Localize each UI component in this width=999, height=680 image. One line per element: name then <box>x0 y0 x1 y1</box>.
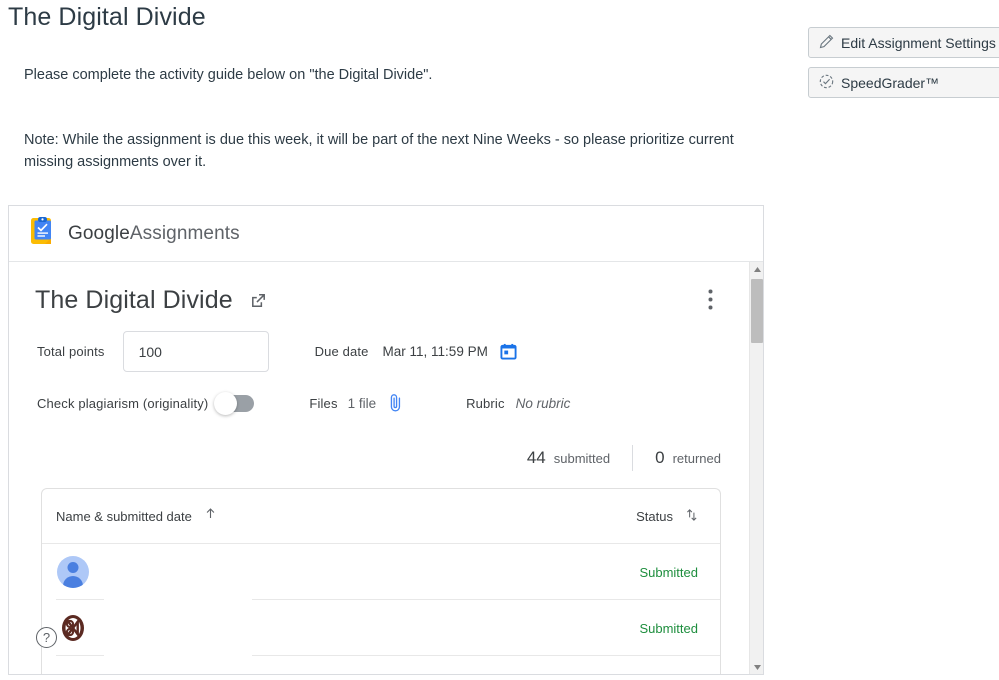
sort-updown-icon[interactable] <box>685 508 698 525</box>
kebab-menu-icon[interactable] <box>708 289 713 315</box>
plagiarism-label: Check plagiarism (originality) <box>37 395 209 411</box>
total-points-label: Total points <box>37 344 105 359</box>
edit-assignment-settings-label: Edit Assignment Settings <box>841 34 996 51</box>
calendar-icon[interactable] <box>500 343 517 360</box>
submitted-count-label: submitted <box>553 450 611 466</box>
google-assignments-brand: GoogleAssignments <box>68 223 240 245</box>
scroll-down-button[interactable] <box>750 660 763 674</box>
speedgrader-label: SpeedGrader™ <box>841 74 940 91</box>
google-assignments-header: GoogleAssignments <box>9 206 763 262</box>
status-badge: Submitted <box>639 564 698 580</box>
meta-row-points-due: Total points 100 Due date Mar 11, 11:59 … <box>37 329 749 374</box>
pencil-icon <box>819 34 834 52</box>
assignment-title-row: The Digital Divide <box>9 262 749 315</box>
submission-counts: 44 submitted 0 returned <box>9 445 749 471</box>
due-date-value[interactable]: Mar 11, 11:59 PM <box>383 344 488 359</box>
table-row[interactable]: Submitted <box>42 544 720 600</box>
counts-divider <box>632 445 634 471</box>
table-row[interactable] <box>42 656 720 674</box>
files-value: 1 file <box>347 395 377 411</box>
column-header-status-label: Status <box>636 508 673 524</box>
paperclip-icon[interactable] <box>388 393 404 414</box>
scroll-up-button[interactable] <box>750 262 763 277</box>
rubric-value[interactable]: No rubric <box>516 396 571 411</box>
brand-google: Google <box>68 222 130 244</box>
column-header-name[interactable]: Name & submitted date <box>42 509 192 524</box>
plagiarism-toggle[interactable] <box>214 391 255 415</box>
submitted-count: 44 <box>526 448 546 467</box>
default-person-avatar <box>57 556 89 588</box>
status-badge: Submitted <box>639 620 698 636</box>
assignment-description-line-2: Note: While the assignment is due this w… <box>24 132 734 170</box>
toggle-knob <box>214 391 238 415</box>
brand-assignments: Assignments <box>129 222 240 244</box>
google-assignments-body: The Digital Divide Total points 100 Due … <box>9 262 763 674</box>
total-points-input[interactable]: 100 <box>122 331 269 372</box>
clipboard-icon <box>30 216 56 251</box>
speedgrader-button[interactable]: SpeedGrader™ <box>808 67 999 98</box>
assignment-meta: Total points 100 Due date Mar 11, 11:59 … <box>9 315 749 427</box>
edit-assignment-settings-button[interactable]: Edit Assignment Settings <box>808 27 999 58</box>
table-row[interactable]: Submitted <box>42 600 720 656</box>
photo-avatar <box>57 612 89 644</box>
canvas-action-buttons: Edit Assignment Settings SpeedGrader™ <box>808 27 999 107</box>
arrow-up-icon[interactable] <box>204 507 217 525</box>
column-header-status[interactable]: Status <box>636 508 720 525</box>
avatar-cell <box>42 556 90 588</box>
help-button[interactable]: ? <box>36 627 57 648</box>
vertical-scrollbar[interactable] <box>749 262 763 674</box>
files-label: Files <box>309 395 338 411</box>
google-assignments-card: GoogleAssignments The Digital Divide Tot… <box>8 205 764 675</box>
assignment-title: The Digital Divide <box>35 286 233 314</box>
returned-count: 0 <box>655 448 665 467</box>
speedgrader-icon <box>819 74 834 92</box>
page-title: The Digital Divide <box>8 3 206 31</box>
rubric-label: Rubric <box>466 395 505 411</box>
due-date-label: Due date <box>314 344 369 359</box>
meta-row-plagiarism-files-rubric: Check plagiarism (originality) Files 1 f… <box>37 379 749 427</box>
table-header-row: Name & submitted date Status <box>42 489 720 544</box>
screen-root: The Digital Divide Please complete the a… <box>0 0 999 680</box>
returned-count-label: returned <box>672 450 721 466</box>
assignment-description-line-1: Please complete the activity guide below… <box>24 67 433 83</box>
submissions-table: Name & submitted date Status Submitted S… <box>41 488 721 674</box>
external-link-icon[interactable] <box>249 291 268 310</box>
scrollbar-thumb[interactable] <box>751 279 763 343</box>
